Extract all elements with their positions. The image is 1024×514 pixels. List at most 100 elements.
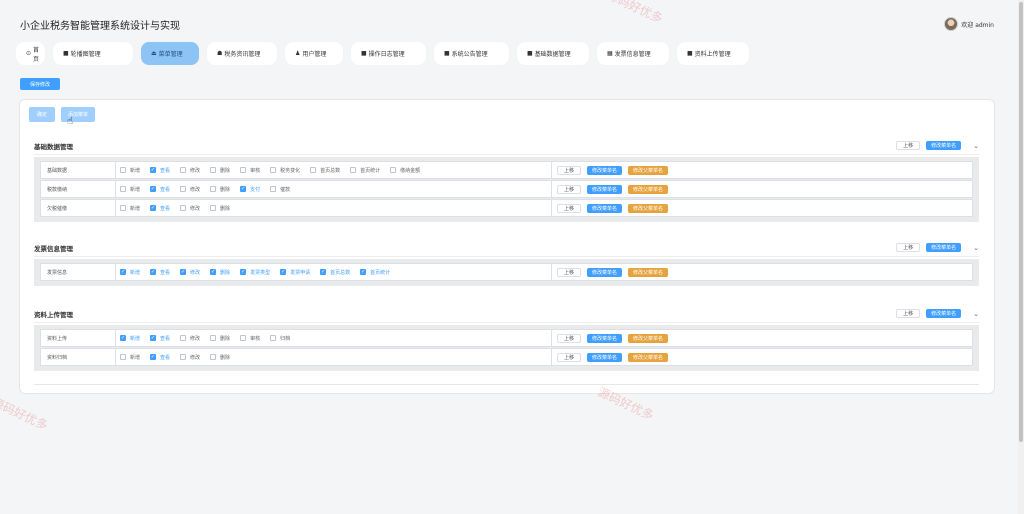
permission-checkbox[interactable]: 删除 — [210, 354, 230, 361]
checkbox-icon[interactable] — [240, 335, 247, 341]
checkbox-icon[interactable] — [180, 186, 187, 192]
checkbox-icon[interactable] — [120, 186, 126, 192]
move-up-button[interactable]: 上移 — [896, 309, 921, 318]
rename-menu-button[interactable]: 修改菜单名 — [926, 309, 962, 318]
rename-parent-button[interactable]: 修改父菜单名 — [628, 203, 669, 213]
nav-item-notice[interactable]: ■ 系统公告管理 — [434, 42, 509, 65]
move-up-button[interactable]: 上移 — [896, 243, 921, 252]
nav-item-invoice[interactable]: ▦ 发票信息管理 — [597, 42, 669, 65]
chevron-down-icon[interactable]: ⌄ — [973, 310, 979, 318]
rename-parent-button[interactable]: 修改父菜单名 — [628, 165, 669, 175]
permission-checkbox[interactable]: ✓ 新增 — [120, 269, 140, 276]
rename-parent-button[interactable]: 修改父菜单名 — [628, 184, 669, 194]
permission-checkbox[interactable]: 缴纳金额 — [390, 167, 420, 174]
nav-item-home[interactable]: ⊙ 首页 — [16, 42, 45, 65]
permission-checkbox[interactable]: ✓ 查看 — [150, 354, 170, 361]
checkbox-icon[interactable]: ✓ — [150, 186, 157, 192]
permission-checkbox[interactable]: 审核 — [240, 335, 260, 342]
rename-menu-button[interactable]: 修改菜单名 — [926, 243, 962, 252]
permission-checkbox[interactable]: ✓ 删除 — [210, 269, 230, 276]
rename-menu-button[interactable]: 修改菜单名 — [587, 352, 623, 362]
permission-checkbox[interactable]: ✓ 发票申请 — [280, 269, 310, 276]
checkbox-icon[interactable] — [210, 205, 217, 211]
permission-checkbox[interactable]: 首页统计 — [350, 167, 380, 174]
permission-checkbox[interactable]: 新增 — [120, 354, 140, 361]
checkbox-icon[interactable] — [270, 186, 277, 192]
permission-checkbox[interactable]: 修改 — [180, 335, 200, 342]
rename-menu-button[interactable]: 修改菜单名 — [587, 184, 623, 194]
move-up-button[interactable]: 上移 — [557, 184, 582, 194]
checkbox-icon[interactable] — [390, 167, 397, 173]
checkbox-icon[interactable]: ✓ — [150, 354, 157, 360]
checkbox-icon[interactable] — [210, 354, 217, 360]
checkbox-icon[interactable] — [210, 167, 217, 173]
checkbox-icon[interactable]: ✓ — [180, 269, 187, 275]
rename-menu-button[interactable]: 修改菜单名 — [926, 141, 962, 150]
user-info[interactable]: 欢迎 admin — [944, 17, 994, 31]
permission-checkbox[interactable]: ✓ 查看 — [150, 167, 170, 174]
checkbox-icon[interactable] — [350, 167, 357, 173]
rename-menu-button[interactable]: 修改菜单名 — [587, 267, 623, 277]
permission-checkbox[interactable]: ✓ 支付 — [240, 186, 260, 193]
checkbox-icon[interactable]: ✓ — [360, 269, 367, 275]
permission-checkbox[interactable]: ✓ 首页统计 — [360, 269, 390, 276]
checkbox-icon[interactable]: ✓ — [240, 269, 247, 275]
permission-checkbox[interactable]: 删除 — [210, 335, 230, 342]
permission-checkbox[interactable]: ✓ 修改 — [180, 269, 200, 276]
permission-checkbox[interactable]: ✓ 查看 — [150, 335, 170, 342]
move-up-button[interactable]: 上移 — [557, 333, 582, 343]
move-up-button[interactable]: 上移 — [557, 165, 582, 175]
nav-item-user[interactable]: ♟ 用户管理 — [285, 42, 343, 65]
checkbox-icon[interactable] — [180, 354, 187, 360]
checkbox-icon[interactable] — [210, 186, 217, 192]
move-up-button[interactable]: 上移 — [896, 141, 921, 150]
permission-checkbox[interactable]: 删除 — [210, 205, 230, 212]
confirm-button[interactable]: 确定 — [29, 107, 55, 122]
checkbox-icon[interactable] — [270, 167, 277, 173]
chevron-down-icon[interactable]: ⌄ — [973, 244, 979, 252]
nav-item-news[interactable]: ☗ 税务资讯管理 — [207, 42, 277, 65]
checkbox-icon[interactable] — [240, 167, 247, 173]
checkbox-icon[interactable]: ✓ — [150, 335, 157, 341]
permission-checkbox[interactable]: ✓ 查看 — [150, 186, 170, 193]
scrollbar-thumb[interactable] — [1019, 2, 1023, 442]
checkbox-icon[interactable] — [120, 167, 126, 173]
checkbox-icon[interactable] — [270, 335, 277, 341]
permission-checkbox[interactable]: 修改 — [180, 186, 200, 193]
nav-item-data[interactable]: ■ 基础数据管理 — [517, 42, 589, 65]
nav-item-log[interactable]: ■ 操作日志管理 — [351, 42, 426, 65]
move-up-button[interactable]: 上移 — [557, 352, 582, 362]
permission-checkbox[interactable]: 修改 — [180, 354, 200, 361]
permission-checkbox[interactable]: 首页总数 — [310, 167, 340, 174]
permission-checkbox[interactable]: 删除 — [210, 167, 230, 174]
move-up-button[interactable]: 上移 — [557, 203, 582, 213]
rename-parent-button[interactable]: 修改父菜单名 — [628, 267, 669, 277]
rename-parent-button[interactable]: 修改父菜单名 — [628, 352, 669, 362]
checkbox-icon[interactable]: ✓ — [280, 269, 287, 275]
checkbox-icon[interactable]: ✓ — [320, 269, 327, 275]
permission-checkbox[interactable]: 审核 — [240, 167, 260, 174]
chevron-down-icon[interactable]: ⌄ — [973, 142, 979, 150]
nav-item-menu[interactable]: ⏏ 菜单管理 — [141, 42, 199, 65]
nav-item-image[interactable]: ■ 轮播图管理 — [53, 42, 133, 65]
rename-parent-button[interactable]: 修改父菜单名 — [628, 333, 669, 343]
checkbox-icon[interactable]: ✓ — [150, 269, 157, 275]
permission-checkbox[interactable]: 新增 — [120, 205, 140, 212]
permission-checkbox[interactable]: ✓ 首页总数 — [320, 269, 350, 276]
permission-checkbox[interactable]: 修改 — [180, 205, 200, 212]
rename-menu-button[interactable]: 修改菜单名 — [587, 165, 623, 175]
checkbox-icon[interactable]: ✓ — [120, 269, 126, 275]
permission-checkbox[interactable]: 删除 — [210, 186, 230, 193]
permission-checkbox[interactable]: 催款 — [270, 186, 290, 193]
permission-checkbox[interactable]: 税务变化 — [270, 167, 300, 174]
permission-checkbox[interactable]: ✓ 查看 — [150, 269, 170, 276]
rename-menu-button[interactable]: 修改菜单名 — [587, 203, 623, 213]
checkbox-icon[interactable] — [120, 354, 126, 360]
checkbox-icon[interactable] — [180, 205, 187, 211]
checkbox-icon[interactable]: ✓ — [120, 335, 126, 341]
scrollbar[interactable] — [1018, 0, 1024, 514]
rename-menu-button[interactable]: 修改菜单名 — [587, 333, 623, 343]
checkbox-icon[interactable] — [180, 335, 187, 341]
permission-checkbox[interactable]: 新增 — [120, 167, 140, 174]
checkbox-icon[interactable]: ✓ — [210, 269, 217, 275]
